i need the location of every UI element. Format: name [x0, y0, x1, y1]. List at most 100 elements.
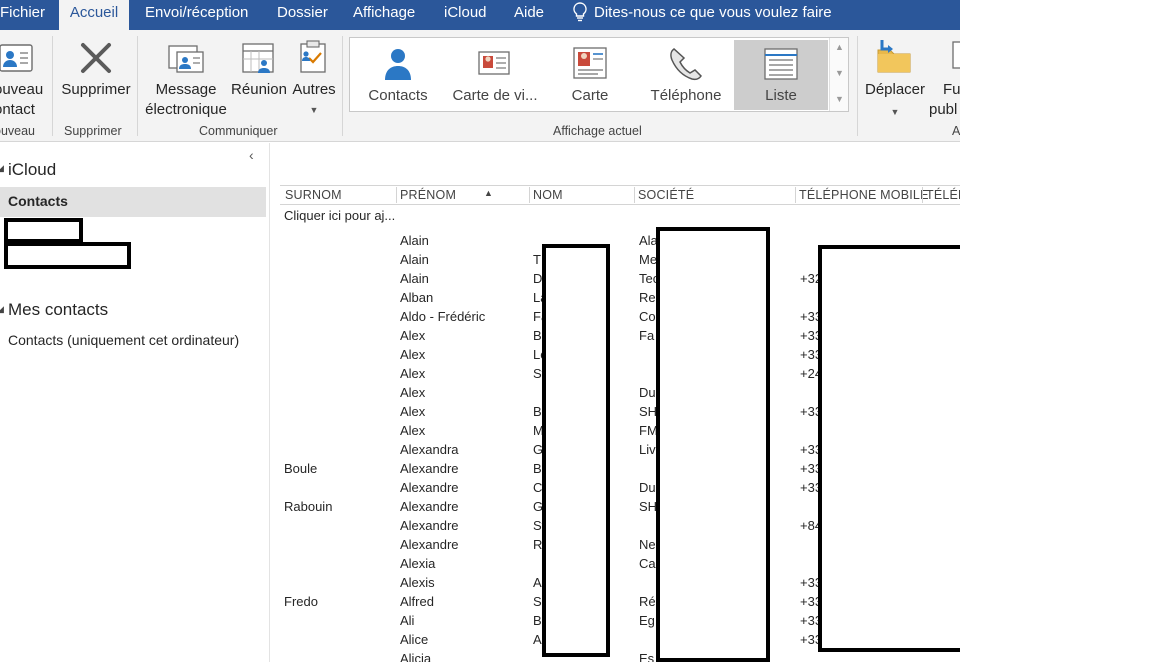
cell-prenom: Alex	[400, 423, 426, 438]
person-icon	[385, 49, 411, 80]
column-header-nom[interactable]: NOM	[533, 186, 563, 204]
tab-aide[interactable]: Aide	[514, 0, 544, 30]
mail-merge-button[interactable]: Fu publ	[929, 38, 960, 118]
redaction-box-societe	[656, 227, 770, 662]
cell-prenom: Alexandre	[400, 461, 459, 476]
add-new-contact-row[interactable]: Cliquer ici pour aj...	[284, 208, 395, 223]
cell-surnom	[284, 402, 394, 421]
cell-prenom: Alexandra	[400, 442, 459, 457]
chevron-down-icon: ▼	[309, 105, 319, 115]
cell-prenom: Alice	[400, 632, 429, 647]
column-divider[interactable]	[922, 187, 923, 203]
cell-surnom	[284, 326, 394, 345]
meeting-button[interactable]: Réunion	[230, 40, 288, 120]
column-header-telephone-extra[interactable]: TÉLÉP	[926, 186, 960, 204]
gallery-expand-icon[interactable]: ▼	[830, 92, 849, 106]
cell-surnom	[284, 421, 394, 440]
cell-surnom	[284, 649, 394, 662]
group-label-current-view: Affichage actuel	[553, 124, 642, 138]
expand-icloud-icon[interactable]: ◢	[0, 163, 4, 174]
more-button[interactable]: Autres ▼	[290, 38, 338, 118]
view-phone[interactable]: Téléphone	[640, 40, 732, 110]
cell-surnom: Boule	[284, 461, 318, 476]
move-folder-icon	[877, 40, 911, 73]
tab-icloud[interactable]: iCloud	[444, 0, 487, 30]
delete-button[interactable]: Supprimer	[58, 38, 134, 118]
cell-surnom	[284, 288, 394, 307]
cell-prenom: Alfred	[400, 594, 434, 609]
gallery-up-icon[interactable]: ▲	[830, 40, 849, 54]
mail-merge-line2: publ	[929, 101, 958, 118]
email-card-icon	[168, 45, 204, 73]
view-business-card-label: Carte de vi...	[452, 87, 538, 104]
new-contact-button[interactable]: ouveau ontact	[0, 40, 50, 120]
cell-surnom	[284, 307, 394, 326]
delete-x-icon	[81, 43, 111, 73]
cell-surnom	[284, 231, 394, 250]
business-card-icon	[478, 51, 510, 75]
tab-envoi-reception[interactable]: Envoi/réception	[145, 0, 248, 30]
delete-label: Supprimer	[61, 81, 131, 98]
column-header-societe[interactable]: SOCIÉTÉ	[638, 186, 694, 204]
collapse-pane-icon[interactable]: ‹	[249, 147, 254, 163]
tab-affichage[interactable]: Affichage	[353, 0, 415, 30]
cell-surnom	[284, 554, 394, 573]
view-contacts[interactable]: Contacts	[356, 40, 440, 110]
nav-contacts-selected[interactable]: Contacts	[0, 187, 266, 217]
cell-prenom: Alex	[400, 404, 426, 419]
tab-fichier[interactable]: Fichier	[0, 0, 45, 30]
cell-surnom	[284, 364, 394, 383]
cell-prenom: Alicia	[400, 651, 432, 662]
view-card-label: Carte	[571, 87, 609, 104]
email-message-button[interactable]: Message électronique	[143, 40, 229, 120]
move-label: Déplacer	[864, 81, 926, 98]
contact-list: SURNOM PRÉNOM ▲ NOM SOCIÉTÉ TÉLÉPHONE MO…	[280, 143, 960, 662]
cell-prenom: Alexandre	[400, 518, 459, 533]
column-header-surnom[interactable]: SURNOM	[285, 186, 342, 204]
expand-my-contacts-icon[interactable]: ◢	[0, 304, 4, 315]
move-button[interactable]: Déplacer ▼	[862, 38, 928, 118]
cell-surnom: Fredo	[284, 594, 318, 609]
group-label-new: ouveau	[0, 124, 36, 138]
cell-prenom: Alexia	[400, 556, 436, 571]
sort-ascending-icon: ▲	[484, 188, 493, 198]
nav-my-contacts-header[interactable]: Mes contacts	[8, 300, 108, 320]
meeting-calendar-icon	[242, 43, 274, 73]
cell-surnom	[284, 440, 394, 459]
tab-accueil[interactable]: Accueil	[59, 0, 129, 30]
tab-dossier[interactable]: Dossier	[277, 0, 328, 30]
meeting-label: Réunion	[231, 81, 287, 98]
column-header-telephone-mobile[interactable]: TÉLÉPHONE MOBILE	[799, 186, 929, 204]
cell-prenom: Alain	[400, 233, 429, 248]
new-contact-line2: ontact	[0, 101, 35, 118]
nav-contacts-label: Contacts	[8, 193, 68, 209]
cell-prenom: Alex	[400, 385, 426, 400]
nav-icloud-header[interactable]: iCloud	[8, 160, 56, 180]
cell-prenom: Alex	[400, 328, 426, 343]
column-header-prenom[interactable]: PRÉNOM	[400, 186, 456, 204]
column-divider[interactable]	[634, 187, 635, 203]
gallery-scroller[interactable]: ▲ ▼ ▼	[829, 38, 848, 111]
group-separator	[52, 36, 53, 136]
gallery-down-icon[interactable]: ▼	[830, 66, 849, 80]
redacted-folder[interactable]	[4, 242, 131, 269]
tell-me-text: Dites-nous ce que vous voulez faire	[594, 4, 832, 21]
view-card[interactable]: Carte	[548, 40, 632, 110]
column-divider[interactable]	[795, 187, 796, 203]
cell-prenom: Alexandre	[400, 537, 459, 552]
column-divider[interactable]	[396, 187, 397, 203]
group-label-actions: A	[952, 124, 960, 138]
cell-surnom	[284, 535, 394, 554]
email-label-line2: électronique	[145, 101, 227, 118]
cell-surnom	[284, 611, 394, 630]
view-business-card[interactable]: Carte de vi...	[448, 40, 542, 110]
redaction-box-nom	[542, 244, 610, 657]
folder-pane: ‹ ◢ iCloud Contacts ◢ Mes contacts Conta…	[0, 143, 270, 662]
cell-surnom	[284, 573, 394, 592]
nav-local-contacts[interactable]: Contacts (uniquement cet ordinateur)	[8, 332, 239, 348]
column-divider[interactable]	[529, 187, 530, 203]
view-list[interactable]: Liste	[734, 40, 828, 110]
cell-prenom: Alex	[400, 347, 426, 362]
redacted-folder[interactable]	[4, 218, 83, 243]
phone-icon	[670, 48, 702, 81]
